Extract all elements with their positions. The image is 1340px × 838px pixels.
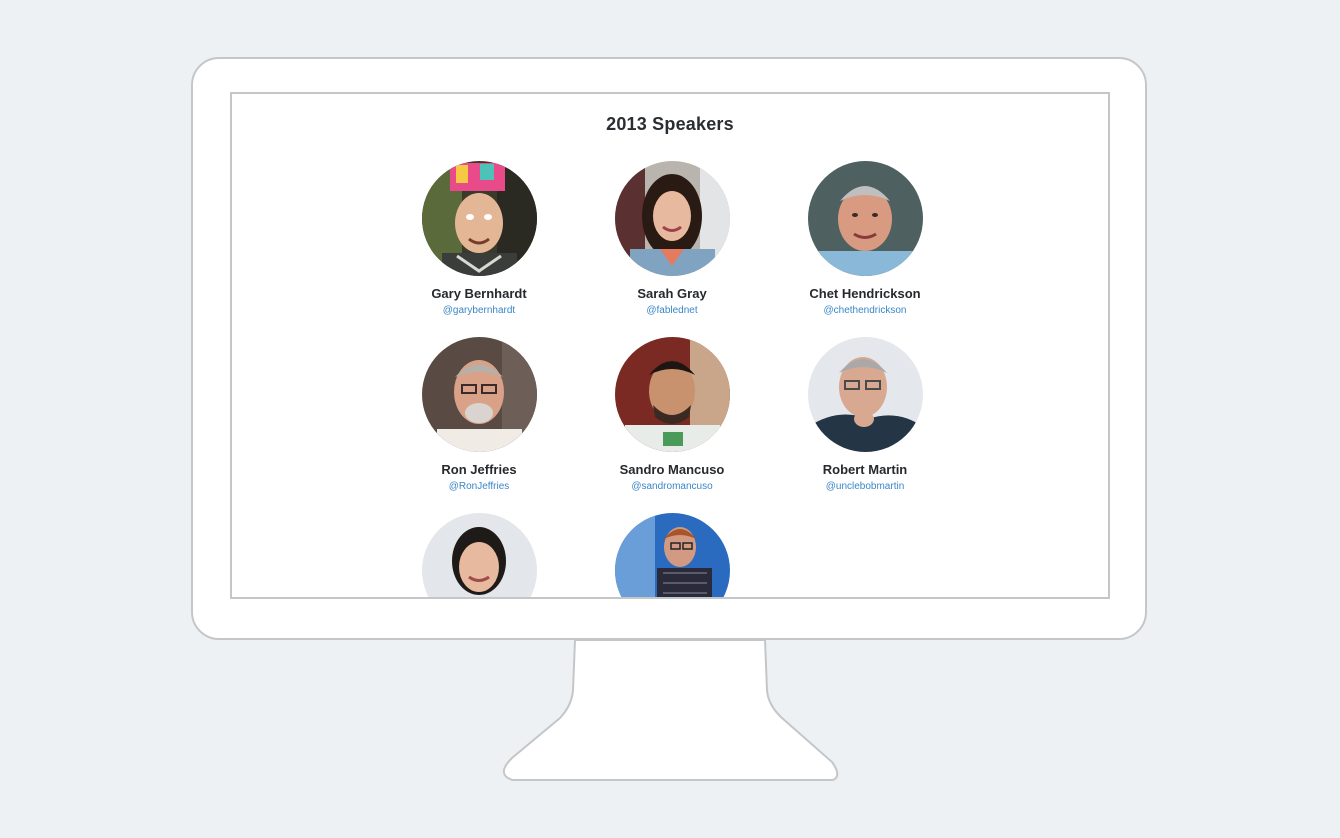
speaker-handle-link[interactable]: @RonJeffries bbox=[389, 480, 569, 493]
speaker-name: Sandro Mancuso bbox=[619, 462, 725, 477]
speaker-avatar[interactable] bbox=[614, 161, 730, 276]
speaker-avatar[interactable] bbox=[614, 337, 730, 452]
speaker-handle-link[interactable]: @sandromancuso bbox=[582, 480, 762, 493]
monitor-screen: 2013 Speakers Gary Bernhardt @garybernha… bbox=[230, 92, 1110, 599]
page-title: 2013 Speakers bbox=[606, 114, 734, 134]
speaker-name: Gary Bernhardt bbox=[431, 286, 527, 301]
speaker-card[interactable] bbox=[389, 513, 569, 597]
speaker-name: Ron Jeffries bbox=[441, 462, 517, 477]
speaker-avatar[interactable] bbox=[614, 513, 730, 597]
speaker-avatar[interactable] bbox=[807, 161, 923, 276]
speaker-card[interactable] bbox=[582, 513, 762, 597]
speaker-handle-link[interactable]: @garybernhardt bbox=[389, 304, 569, 317]
speaker-avatar[interactable] bbox=[421, 337, 537, 452]
speaker-name: Sarah Gray bbox=[637, 286, 707, 301]
speaker-name: Robert Martin bbox=[822, 462, 908, 477]
speaker-card[interactable]: Gary Bernhardt @garybernhardt bbox=[389, 161, 569, 317]
speaker-card[interactable]: Sarah Gray @fablednet bbox=[582, 161, 762, 317]
speaker-card[interactable]: Chet Hendrickson @chethendrickson bbox=[775, 161, 955, 317]
speaker-handle-link[interactable]: @unclebobmartin bbox=[775, 480, 955, 493]
speaker-avatar[interactable] bbox=[807, 337, 923, 452]
speaker-avatar[interactable] bbox=[421, 513, 537, 597]
speaker-card[interactable]: Sandro Mancuso @sandromancuso bbox=[582, 337, 762, 493]
speaker-name: Chet Hendrickson bbox=[809, 286, 921, 301]
speaker-avatar[interactable] bbox=[421, 161, 537, 276]
speaker-card[interactable]: Ron Jeffries @RonJeffries bbox=[389, 337, 569, 493]
speaker-handle-link[interactable]: @fablednet bbox=[582, 304, 762, 317]
speaker-card[interactable]: Robert Martin @unclebobmartin bbox=[775, 337, 955, 493]
speaker-handle-link[interactable]: @chethendrickson bbox=[775, 304, 955, 317]
